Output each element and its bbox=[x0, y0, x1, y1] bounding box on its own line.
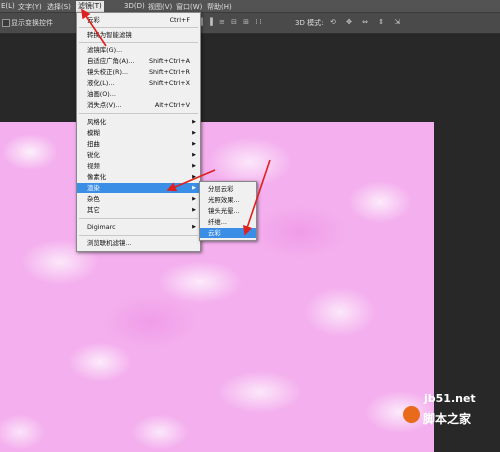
watermark-logo-icon bbox=[403, 406, 420, 423]
menu-item-noise[interactable]: 杂色 ▶ bbox=[77, 194, 200, 204]
watermark-name: 脚本之家 bbox=[423, 412, 472, 426]
3d-mode-icons[interactable]: ⟲ ✥ ⇔ ⇕ ⇲ bbox=[330, 18, 404, 26]
menu-item-video[interactable]: 视频 ▶ bbox=[77, 161, 200, 171]
menu-item-sharpen[interactable]: 锐化 ▶ bbox=[77, 150, 200, 160]
menu-item-distort[interactable]: 扭曲 ▶ bbox=[77, 139, 200, 149]
menu-item-blur[interactable]: 模糊 ▶ bbox=[77, 128, 200, 138]
submenu-arrow-icon: ▶ bbox=[192, 152, 196, 158]
menu-item-lens-correction[interactable]: 镜头校正(R)... Shift+Ctrl+R bbox=[77, 67, 200, 77]
menu-item-stylize[interactable]: 风格化 ▶ bbox=[77, 117, 200, 127]
submenu-arrow-icon: ▶ bbox=[192, 185, 196, 191]
align-icons[interactable]: ▌▐ ≡ ⊟ ⊞ ⁞⁞ bbox=[200, 18, 264, 26]
menu-item-convert-smart-filter[interactable]: 转换为智能滤镜 bbox=[77, 30, 200, 40]
filter-menu: 云彩 Ctrl+F 转换为智能滤镜 滤镜库(G)... 自适应广角(A)... … bbox=[76, 12, 201, 252]
menu-item-pixelate[interactable]: 像素化 ▶ bbox=[77, 172, 200, 182]
submenu-item-lighting-effects[interactable]: 光照效果... bbox=[200, 195, 256, 205]
menu-3d[interactable]: 3D(D) bbox=[124, 2, 145, 10]
menu-type[interactable]: 文字(Y) bbox=[18, 2, 42, 12]
submenu-arrow-icon: ▶ bbox=[192, 163, 196, 169]
menu-item-digimarc[interactable]: Digimarc ▶ bbox=[77, 222, 200, 232]
menu-item-browse-online-filters[interactable]: 浏览联机滤镜... bbox=[77, 238, 200, 248]
show-transform-label: 显示变换控件 bbox=[11, 19, 53, 27]
submenu-arrow-icon: ▶ bbox=[192, 130, 196, 136]
document-canvas[interactable] bbox=[0, 122, 434, 452]
menu-divider bbox=[79, 42, 198, 43]
menu-divider bbox=[79, 218, 198, 219]
render-submenu: 分层云彩 光照效果... 镜头光晕... 纤维... 云彩 bbox=[199, 181, 257, 241]
menu-item-liquify[interactable]: 液化(L)... Shift+Ctrl+X bbox=[77, 78, 200, 88]
submenu-arrow-icon: ▶ bbox=[192, 196, 196, 202]
submenu-item-fibers[interactable]: 纤维... bbox=[200, 217, 256, 227]
menu-filter[interactable]: 滤镜(T) bbox=[76, 1, 104, 12]
menu-divider bbox=[79, 27, 198, 28]
submenu-arrow-icon: ▶ bbox=[192, 224, 196, 230]
watermark-site: jb51.net bbox=[424, 392, 476, 405]
menu-item-vanishing-point[interactable]: 消失点(V)... Alt+Ctrl+V bbox=[77, 100, 200, 110]
menu-item-render[interactable]: 渲染 ▶ bbox=[77, 183, 200, 193]
submenu-item-difference-clouds[interactable]: 分层云彩 bbox=[200, 184, 256, 194]
menu-bar: E(L) 文字(Y) 选择(S) 滤镜(T) 3D(D) 视图(V) 窗口(W)… bbox=[0, 0, 500, 13]
menu-divider bbox=[79, 235, 198, 236]
submenu-arrow-icon: ▶ bbox=[192, 174, 196, 180]
mode-label: 3D 模式: bbox=[295, 19, 324, 27]
menu-select[interactable]: 选择(S) bbox=[47, 2, 71, 12]
menu-window[interactable]: 窗口(W) bbox=[176, 2, 202, 12]
menu-item-adaptive-wide-angle[interactable]: 自适应广角(A)... Shift+Ctrl+A bbox=[77, 56, 200, 66]
submenu-arrow-icon: ▶ bbox=[192, 119, 196, 125]
show-transform-checkbox[interactable] bbox=[2, 19, 10, 27]
submenu-item-clouds[interactable]: 云彩 bbox=[200, 228, 256, 238]
submenu-arrow-icon: ▶ bbox=[192, 207, 196, 213]
menu-item-oil-paint[interactable]: 油画(O)... bbox=[77, 89, 200, 99]
menu-view[interactable]: 视图(V) bbox=[148, 2, 172, 12]
menu-item-other[interactable]: 其它 ▶ bbox=[77, 205, 200, 215]
menu-item-clouds-repeat[interactable]: 云彩 Ctrl+F bbox=[77, 15, 200, 25]
submenu-item-lens-flare[interactable]: 镜头光晕... bbox=[200, 206, 256, 216]
menu-edit[interactable]: E(L) bbox=[1, 2, 15, 10]
submenu-arrow-icon: ▶ bbox=[192, 141, 196, 147]
menu-item-filter-gallery[interactable]: 滤镜库(G)... bbox=[77, 45, 200, 55]
menu-help[interactable]: 帮助(H) bbox=[207, 2, 232, 12]
options-bar: 显示变换控件 ▌▐ ≡ ⊟ ⊞ ⁞⁞ 3D 模式: ⟲ ✥ ⇔ ⇕ ⇲ bbox=[0, 13, 500, 34]
menu-divider bbox=[79, 113, 198, 114]
